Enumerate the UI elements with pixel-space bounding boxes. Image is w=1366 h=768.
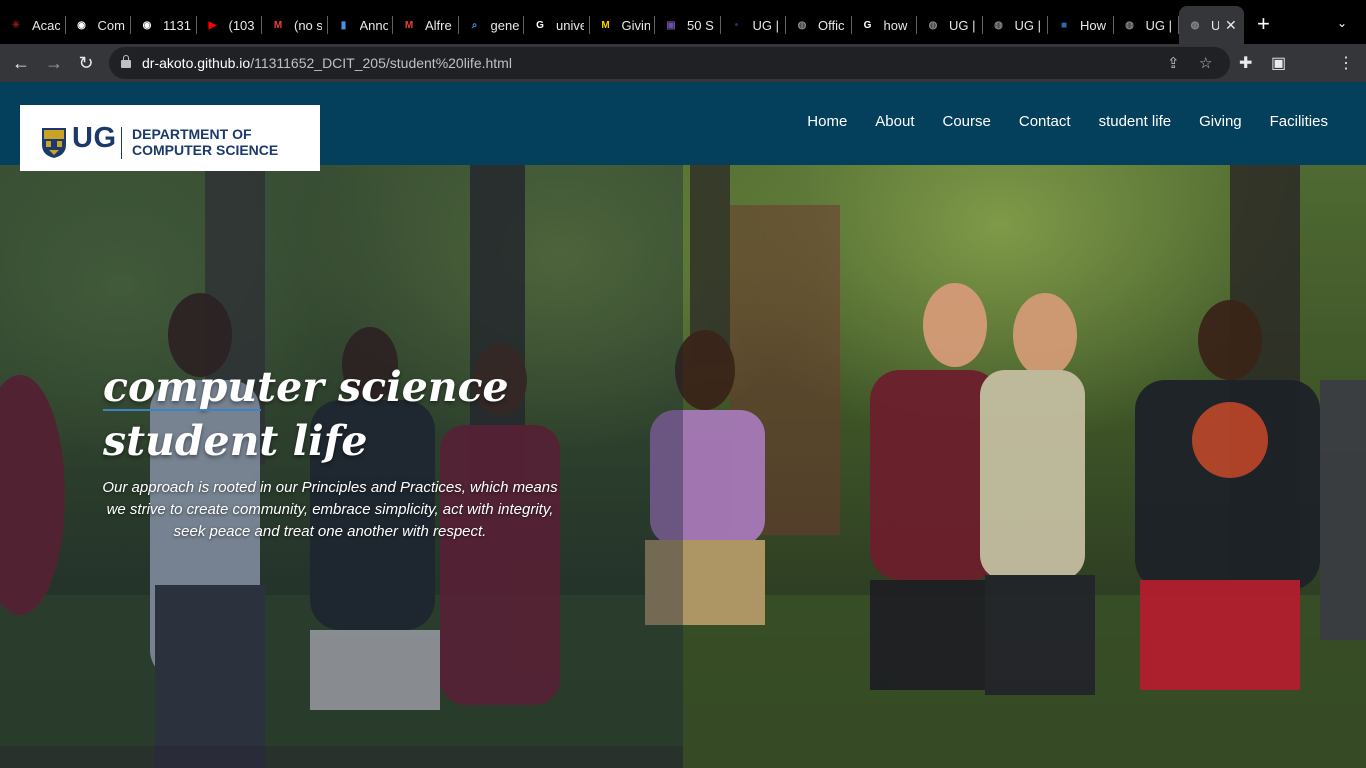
back-icon[interactable]: ← [10, 52, 32, 74]
tab-title: gene [490, 17, 519, 33]
hero-title-underline [103, 409, 261, 411]
address-bar[interactable]: dr-akoto.github.io/11311652_DCIT_205/stu… [109, 47, 1230, 79]
share-icon[interactable]: ⇪ [1167, 54, 1180, 72]
tab-title: How [1080, 17, 1107, 33]
browser-tab[interactable]: ◍ UG | [983, 6, 1048, 44]
close-tab-icon[interactable]: ✕ [1225, 17, 1237, 34]
tab-title: Anno [359, 17, 388, 33]
tab-title: 50 S [687, 17, 714, 33]
extensions-icon[interactable]: ✚ [1239, 53, 1252, 73]
browser-tab[interactable]: ■ How [1048, 6, 1114, 44]
browser-tab[interactable]: Ghow [852, 6, 917, 44]
side-panel-icon[interactable]: ▣ [1271, 53, 1286, 73]
browser-tab[interactable]: ◉ 1131 [131, 6, 197, 44]
logo-department-text: DEPARTMENT OF COMPUTER SCIENCE [132, 126, 278, 158]
logo-dept-line2: COMPUTER SCIENCE [132, 142, 279, 158]
browser-tab[interactable]: ▣ 50 S [655, 6, 721, 44]
tab-title: UG | [1014, 17, 1042, 33]
youtube-icon: ▶ [208, 19, 217, 31]
reload-icon[interactable]: ↻ [75, 52, 97, 74]
browser-tab[interactable]: ⌕ gene [459, 6, 524, 44]
google-icon: G [536, 19, 544, 31]
browser-tab[interactable]: ◍ UG | [917, 6, 983, 44]
tab-strip: ✳ Acac ◉ Com ◉ 1131 ▶ (103 M (no s ▮ Anno M Alfre ⌕ gen… [0, 0, 1366, 44]
globe-icon: ◍ [1125, 19, 1134, 31]
hero-title-line1: computer science [103, 363, 509, 411]
globe-icon: ◍ [928, 19, 938, 31]
doc-icon: ▮ [340, 19, 347, 31]
hero-title: computer science student life [103, 360, 509, 468]
browser-toolbar: ← → ↻ dr-akoto.github.io/11311652_DCIT_2… [0, 44, 1366, 82]
url-text[interactable]: dr-akoto.github.io/11311652_DCIT_205/stu… [142, 55, 512, 71]
purple-square-icon: ▣ [666, 19, 676, 31]
main-nav: Home About Course Contact student life G… [807, 113, 1328, 130]
browser-tab[interactable]: M Givin [590, 6, 655, 44]
tab-search-button[interactable]: ⌄ [1337, 16, 1347, 30]
tab-title: Givin [621, 17, 650, 33]
menu-kebab-icon[interactable]: ⋮ [1338, 53, 1354, 73]
tab-title: 1131 [163, 17, 191, 33]
hero-section: computer science student life Our approa… [0, 165, 1366, 768]
browser-tab[interactable]: M (no s [262, 6, 328, 44]
michigan-icon: M [601, 19, 610, 31]
tab-title: (103 [228, 17, 255, 33]
hero-description: Our approach is rooted in our Principles… [102, 479, 558, 540]
browser-tab[interactable]: Gunive [524, 6, 590, 44]
browser-tab[interactable]: ◉ Com [66, 6, 131, 44]
tab-title: Alfre [425, 17, 452, 33]
hero-bottom-shade [0, 746, 683, 768]
nav-giving[interactable]: Giving [1199, 113, 1242, 130]
gmail-icon: M [404, 19, 414, 31]
blue-square-icon: ■ [1060, 19, 1068, 31]
github-icon: ◉ [142, 19, 152, 31]
nav-course[interactable]: Course [943, 113, 991, 130]
site-logo[interactable]: UG DEPARTMENT OF COMPUTER SCIENCE [20, 105, 320, 171]
tab-title: Com [97, 17, 125, 33]
ug-crest-icon [42, 128, 66, 158]
globe-icon: ◍ [994, 19, 1003, 31]
google-icon: G [863, 19, 872, 31]
github-icon: ◉ [77, 19, 86, 31]
nav-facilities[interactable]: Facilities [1270, 113, 1328, 130]
tab-title: how [883, 17, 908, 33]
nav-about[interactable]: About [875, 113, 914, 130]
browser-tab[interactable]: ▮ Anno [328, 6, 393, 44]
lock-icon[interactable] [121, 55, 131, 68]
logo-divider [121, 127, 122, 159]
logo-ug-text: UG [72, 122, 117, 154]
tab-title: Acac [32, 17, 60, 33]
bookmark-star-icon[interactable]: ☆ [1199, 54, 1212, 72]
forward-icon[interactable]: → [43, 52, 65, 74]
tab-title: unive [556, 17, 584, 33]
logo-dept-line1: DEPARTMENT OF [132, 126, 252, 142]
globe-icon: ◍ [797, 19, 807, 31]
hero-title-line2: student life [103, 417, 368, 465]
browser-tab[interactable]: ◍ U ✕ [1179, 6, 1244, 44]
tab-title: UG | [752, 17, 780, 33]
spider-icon: ✳ [11, 19, 21, 31]
tab-title: Offic [818, 17, 845, 33]
tab-title: UG | [1145, 17, 1173, 33]
browser-tab[interactable]: ▶ (103 [197, 6, 262, 44]
new-tab-button[interactable]: + [1257, 13, 1270, 35]
web-page: Home About Course Contact student life G… [0, 82, 1366, 768]
browser-tab[interactable]: M Alfre [393, 6, 459, 44]
tab-title: (no s [294, 17, 322, 33]
nav-home[interactable]: Home [807, 113, 847, 130]
nav-student-life[interactable]: student life [1099, 113, 1172, 130]
browser-tab[interactable]: ◍ Offic [786, 6, 852, 44]
tab-title: UG | [949, 17, 976, 33]
browser-tab[interactable]: ◍ UG | [1114, 6, 1179, 44]
ug-icon: • [734, 19, 739, 31]
browser-tab[interactable]: • UG | [721, 6, 786, 44]
tab-title: U [1211, 17, 1219, 33]
browser-tab[interactable]: ✳ Acac [0, 6, 66, 44]
nav-contact[interactable]: Contact [1019, 113, 1071, 130]
search-icon: ⌕ [471, 19, 478, 31]
globe-icon: ◍ [1190, 19, 1200, 31]
gmail-icon: M [273, 19, 283, 31]
